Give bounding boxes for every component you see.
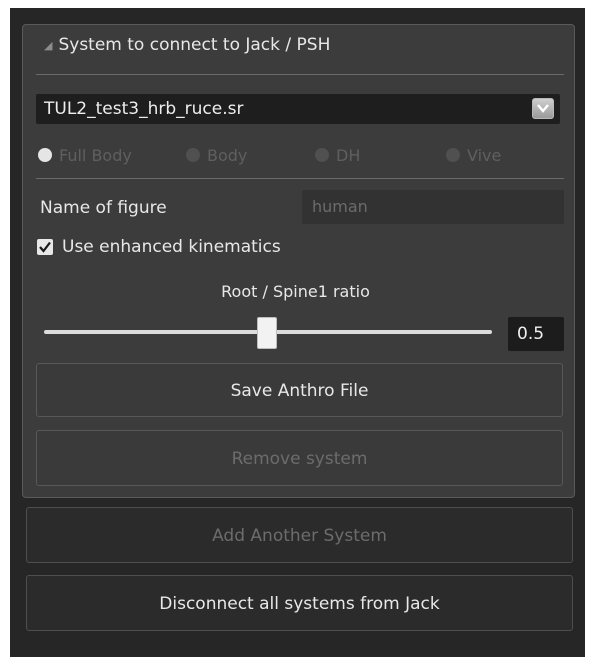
remove-system-button[interactable]: Remove system	[36, 430, 563, 486]
add-system-button[interactable]: Add Another System	[26, 507, 573, 563]
dropdown-button[interactable]	[532, 98, 554, 119]
radio-body[interactable]: Body	[186, 144, 247, 166]
figure-name-input[interactable]: human	[302, 190, 564, 224]
slider-title: Root / Spine1 ratio	[221, 282, 370, 301]
radio-dh[interactable]: DH	[315, 144, 360, 166]
radio-label: DH	[336, 145, 361, 165]
section-header[interactable]: ◢ System to connect to Jack / PSH	[44, 32, 330, 58]
disconnect-all-button[interactable]: Disconnect all systems from Jack	[26, 575, 573, 631]
radio-dot	[315, 148, 329, 162]
system-dropdown[interactable]: TUL2_test3_hrb_ruce.sr	[36, 94, 560, 124]
radio-label: Body	[207, 145, 248, 165]
system-dropdown-value: TUL2_test3_hrb_ruce.sr	[44, 99, 244, 119]
chevron-down-icon	[537, 104, 549, 113]
save-anthro-button[interactable]: Save Anthro File	[36, 363, 563, 417]
enhanced-kinematics-checkbox[interactable]: Use enhanced kinematics	[37, 235, 281, 259]
section-title: System to connect to Jack / PSH	[58, 35, 331, 55]
checkbox-label: Use enhanced kinematics	[62, 237, 281, 257]
radio-label: Full Body	[59, 145, 132, 165]
radio-dot	[446, 148, 460, 162]
checkbox-box[interactable]	[37, 239, 53, 255]
collapse-triangle-icon[interactable]: ◢	[44, 39, 52, 52]
radio-full-body[interactable]: Full Body	[38, 144, 132, 166]
radio-dot	[38, 148, 52, 162]
slider-value-field[interactable]: 0.5	[508, 317, 564, 351]
figure-name-label: Name of figure	[40, 198, 167, 218]
radio-vive[interactable]: Vive	[446, 144, 501, 166]
radio-label: Vive	[467, 145, 502, 165]
divider	[36, 74, 564, 75]
checkmark-icon	[39, 241, 51, 253]
slider-thumb[interactable]	[257, 317, 277, 349]
radio-dot	[186, 148, 200, 162]
divider	[36, 178, 564, 179]
